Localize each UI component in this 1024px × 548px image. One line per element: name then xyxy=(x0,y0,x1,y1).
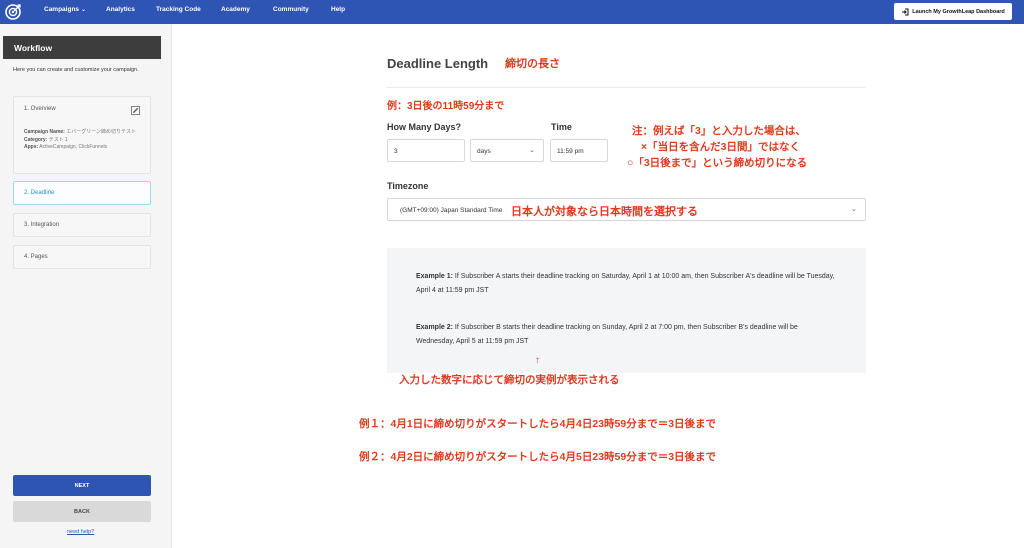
page-title: Deadline Length xyxy=(387,56,489,71)
category-value: テスト１ xyxy=(48,136,69,143)
examples-panel xyxy=(387,248,866,373)
nav-community[interactable]: Community xyxy=(273,6,309,13)
annotation-note-1: 注：例えば「3」と入力した場合は、 xyxy=(632,125,806,137)
annotation-note-2: ×「当日を含んだ3日間」ではなく xyxy=(641,141,800,153)
campaign-name-value: エバーグリーン締め切りテスト xyxy=(66,129,136,135)
workflow-description: Here you can create and customize your c… xyxy=(13,67,139,73)
example-2-text: If Subscriber B starts their deadline tr… xyxy=(416,324,798,345)
step-overview-label: 1. Overview xyxy=(24,106,56,112)
campaign-name-label: Campaign Name: xyxy=(24,129,65,135)
unit-select[interactable]: days ⌄ xyxy=(470,139,544,162)
nav-analytics[interactable]: Analytics xyxy=(106,6,135,13)
nav-academy[interactable]: Academy xyxy=(221,6,250,13)
growthleap-logo-icon[interactable] xyxy=(4,3,22,21)
next-button[interactable]: NEXT xyxy=(13,475,151,496)
days-input[interactable]: 3 xyxy=(387,139,465,162)
example-2: Example 2: If Subscriber B starts their … xyxy=(416,321,836,349)
annotation-example: 例：3日後の11時59分まで xyxy=(387,101,505,112)
step-pages[interactable]: 4. Pages xyxy=(13,245,151,269)
category-label: Category: xyxy=(24,136,48,143)
chevron-down-icon: ⌄ xyxy=(529,147,535,154)
example-2-label: Example 2: xyxy=(416,324,453,331)
annotation-arrow: ↑ xyxy=(535,355,540,366)
apps-value: ActiveCampaign, ClickFunnels xyxy=(39,144,108,150)
nav-campaigns-label: Campaigns xyxy=(44,6,80,13)
edit-icon[interactable] xyxy=(131,106,140,115)
annotation-example-1: 例１：4月1日に締め切りがスタートしたら4月4日23時59分まで＝3日後まで xyxy=(359,418,717,430)
top-nav: Campaigns ⌄ Analytics Tracking Code Acade… xyxy=(0,0,1024,24)
chevron-down-icon: ⌄ xyxy=(851,206,857,213)
timezone-label: Timezone xyxy=(387,181,429,191)
nav-help[interactable]: Help xyxy=(331,6,345,13)
time-label: Time xyxy=(551,122,572,132)
annotation-note-3: ○「3日後まで」という締め切りになる xyxy=(627,157,808,169)
launch-dashboard-button[interactable]: Launch My GrowthLeap Dashboard xyxy=(894,3,1012,20)
login-arrow-icon xyxy=(902,8,909,15)
step-deadline[interactable]: 2. Deadline xyxy=(13,181,151,205)
example-1-label: Example 1: xyxy=(416,273,453,280)
step-integration[interactable]: 3. Integration xyxy=(13,213,151,237)
annotation-timezone: 日本人が対象なら日本時間を選択する xyxy=(511,206,698,218)
nav-tracking-code[interactable]: Tracking Code xyxy=(156,6,201,13)
step-pages-label: 4. Pages xyxy=(24,254,48,260)
annotation-title: 締切の長さ xyxy=(505,58,560,70)
back-button[interactable]: BACK xyxy=(13,501,151,522)
step-deadline-label: 2. Deadline xyxy=(24,190,55,196)
workflow-header: Workflow xyxy=(3,36,161,59)
timezone-select-value: (GMT+09:00) Japan Standard Time xyxy=(400,207,503,214)
step-overview[interactable]: 1. Overview Campaign Name: エバーグリーン締め切りテス… xyxy=(13,96,151,174)
annotation-example-2: 例２：4月2日に締め切りがスタートしたら4月5日23時59分まで＝3日後まで xyxy=(359,451,717,463)
step-integration-label: 3. Integration xyxy=(24,222,60,228)
days-label: How Many Days? xyxy=(387,122,462,132)
example-1-text: If Subscriber A starts their deadline tr… xyxy=(416,273,835,294)
workflow-sidebar: Workflow Here you can create and customi… xyxy=(0,24,172,548)
title-divider xyxy=(387,87,865,88)
need-help-link[interactable]: need help? xyxy=(67,529,94,535)
apps-label: Apps: xyxy=(24,144,39,150)
example-1: Example 1: If Subscriber A starts their … xyxy=(416,270,836,298)
unit-select-value: days xyxy=(477,148,491,155)
campaign-info: Campaign Name: エバーグリーン締め切りテスト Category: … xyxy=(24,129,139,152)
chevron-down-icon: ⌄ xyxy=(81,7,87,13)
launch-dashboard-label: Launch My GrowthLeap Dashboard xyxy=(912,8,1005,15)
time-input[interactable]: 11:59 pm xyxy=(550,139,608,162)
nav-campaigns[interactable]: Campaigns ⌄ xyxy=(44,6,86,13)
annotation-examples: 入力した数字に応じて締切の実例が表示される xyxy=(399,374,620,386)
